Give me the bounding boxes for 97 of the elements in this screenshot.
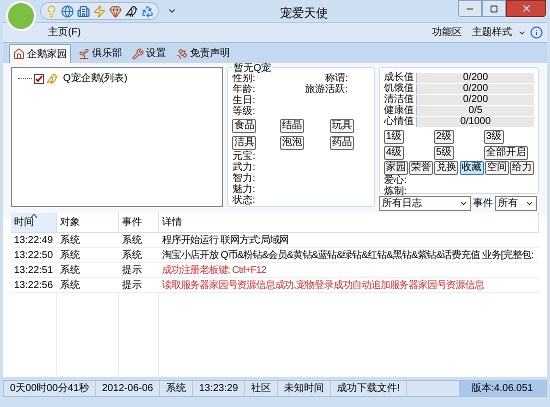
status-bar-item: 0天00时00分41秒	[4, 381, 96, 396]
stat-label: 饥饿值	[384, 83, 415, 94]
action-button[interactable]: 收藏	[460, 161, 484, 175]
table-cell-text: 系统	[59, 264, 81, 278]
table-cell-text: 系统	[59, 278, 81, 292]
stat-label: 健康值	[384, 105, 415, 116]
field-label: 等级:	[232, 106, 256, 117]
table-cell-text: 13:22:56	[13, 278, 54, 292]
log-filter-dropdown[interactable]: 所有日志	[379, 196, 471, 211]
theme-style-menu[interactable]: 主题样式	[472, 25, 526, 40]
status-bar-item: 13:23:29	[193, 381, 246, 396]
action-button[interactable]: 给力	[510, 161, 534, 175]
level-button[interactable]: 4级	[384, 146, 404, 160]
table-cell-text: 程序开始运行 联网方式:局域网	[161, 234, 290, 248]
stat-reading: 0/1000	[459, 116, 492, 126]
table-cell-text: 提示	[121, 264, 143, 278]
stat-label: 清洁值	[384, 94, 415, 105]
satellite-icon	[176, 48, 188, 60]
column-header[interactable]: 对象	[57, 213, 119, 232]
tree-item-label[interactable]: Q宠企鹅(列表)	[63, 71, 128, 86]
level-button[interactable]: 全部开启	[484, 146, 528, 160]
table-cell-text: 系统	[59, 248, 81, 262]
status-bar-item: 未知时间	[278, 381, 332, 396]
status-bar-item: 版本:4.06.051	[459, 381, 546, 396]
maximize-button[interactable]	[482, 0, 506, 17]
field-label: 炼制:	[384, 186, 408, 197]
column-header[interactable]: 详情	[159, 213, 539, 232]
table-cell-text: 提示	[121, 278, 143, 292]
tree-checkbox[interactable]	[34, 74, 44, 84]
table-cell-text: 成功注册老板键: Ctrl+F12	[161, 264, 267, 278]
status-bar-item: 成功下载文件!	[331, 381, 407, 396]
close-button[interactable]	[506, 0, 546, 17]
stat-label: 心情值	[384, 116, 415, 127]
maximize-icon	[490, 4, 498, 12]
action-button[interactable]: 荣誉	[409, 161, 434, 175]
pet-info-title: 暂无Q宠	[232, 63, 272, 74]
tab[interactable]: 设置	[129, 44, 169, 63]
close-icon	[520, 3, 532, 14]
level-button[interactable]: 2级	[434, 130, 454, 144]
table-cell-text: 读取服务器家园号资源信息成功,宠物登录成功自动追加服务器家园号资源信息	[161, 278, 485, 292]
field-label: 状态:	[232, 195, 256, 206]
tab[interactable]: 企鹅家园	[9, 44, 71, 63]
field-label: 魅力:	[232, 184, 256, 195]
action-button[interactable]: 空间	[484, 161, 509, 175]
table-cell-text: 13:22:50	[13, 248, 54, 262]
stat-reading: 0/5	[468, 106, 484, 116]
column-header[interactable]: 时间	[11, 213, 57, 232]
bird-icon[interactable]	[125, 4, 138, 18]
item-button[interactable]: 结晶	[280, 119, 304, 133]
info-icon[interactable]	[530, 26, 543, 39]
field-label: 年龄:	[232, 84, 256, 95]
sprout-icon	[78, 48, 90, 60]
level-button[interactable]: 3级	[484, 130, 504, 144]
app-orb-button[interactable]	[6, 1, 36, 31]
field-label: 爱心:	[384, 175, 408, 186]
table-cell-text: 系统	[59, 234, 81, 248]
stat-reading: 0/200	[462, 94, 490, 104]
table-cell-text: 13:22:49	[13, 234, 54, 248]
column-header[interactable]: 事件	[119, 213, 159, 232]
window-title: 宠爱天使	[280, 5, 328, 22]
event-filter-dropdown[interactable]: 所有	[495, 196, 537, 211]
bird-icon	[46, 72, 58, 84]
table-cell-text: 13:22:51	[13, 264, 54, 278]
house-icon	[13, 48, 25, 60]
action-button[interactable]: 家园	[384, 161, 408, 175]
globe-icon[interactable]	[61, 4, 74, 18]
table-cell-text: 系统	[121, 248, 143, 262]
item-button[interactable]: 洁具	[232, 136, 256, 150]
gem-icon[interactable]	[109, 4, 122, 18]
item-button[interactable]: 药品	[330, 136, 354, 150]
action-button[interactable]: 兑换	[434, 161, 458, 175]
item-button[interactable]: 玩具	[330, 119, 354, 133]
table-cell-text: 系统	[121, 234, 143, 248]
field-label: 旅游活跃:	[305, 84, 348, 95]
building-icon[interactable]	[77, 4, 90, 18]
item-button[interactable]: 泡泡	[280, 136, 304, 150]
level-button[interactable]: 1级	[384, 130, 404, 144]
level-button[interactable]: 5级	[434, 146, 454, 160]
stat-reading: 0/200	[462, 84, 490, 94]
field-label: 武力:	[232, 162, 256, 173]
stat-reading: 0/200	[462, 72, 490, 82]
table-cell-text: 淘宝小店开放 Q币&粉钻&会员&黄钻&蓝钻&绿钻&红钻&黑钻&紫钻&话费充值 业务[完整包:	[161, 248, 534, 262]
field-label: 称谓:	[325, 73, 348, 84]
stat-label: 成长值	[384, 72, 415, 83]
item-button[interactable]: 食品	[232, 119, 256, 133]
function-area-menu[interactable]: 功能区	[432, 25, 462, 40]
tab[interactable]: 免责声明	[173, 44, 233, 63]
home-menu-tab[interactable]: 主页(F)	[48, 25, 81, 40]
field-label: 生日:	[232, 95, 256, 106]
tab[interactable]: 俱乐部	[75, 44, 125, 63]
status-bar-item: 社区	[245, 381, 278, 396]
wrench-icon	[132, 48, 144, 60]
event-filter-label: 事件	[473, 196, 493, 211]
field-label: 元宝:	[232, 151, 256, 162]
status-bar-item: 系统	[160, 381, 194, 396]
field-label: 智力:	[232, 173, 256, 184]
status-bar-item: 2012-06-06	[96, 381, 160, 396]
